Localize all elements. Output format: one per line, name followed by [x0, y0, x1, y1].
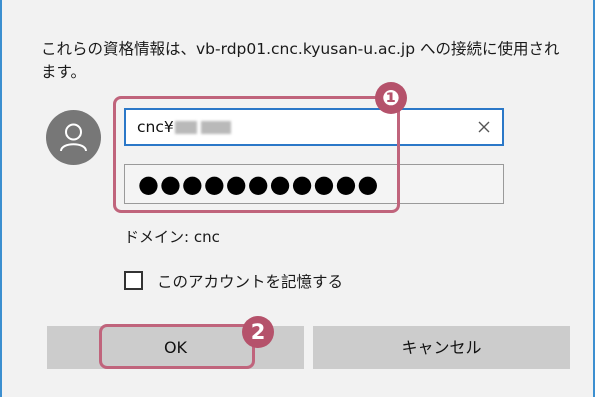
- remember-account-label[interactable]: このアカウントを記憶する: [157, 270, 343, 292]
- password-field[interactable]: ●●●●●●●●●●●: [124, 164, 504, 204]
- username-value: cnc¥: [137, 118, 231, 136]
- dialog-message: これらの資格情報は、vb-rdp01.cnc.kyusan-u.ac.jp への…: [41, 40, 560, 81]
- password-value: ●●●●●●●●●●●: [138, 170, 380, 198]
- credential-dialog: これらの資格情報は、vb-rdp01.cnc.kyusan-u.ac.jp への…: [0, 0, 595, 397]
- close-icon[interactable]: [474, 117, 494, 137]
- cancel-button[interactable]: キャンセル: [313, 326, 570, 369]
- domain-label: ドメイン: cnc: [124, 228, 220, 246]
- redacted-username: [174, 121, 197, 134]
- step-badge-2: 2: [242, 316, 274, 348]
- username-field[interactable]: cnc¥: [124, 108, 504, 146]
- redacted-username: [200, 121, 231, 134]
- step-badge-1: ❶: [375, 82, 407, 114]
- user-icon: [60, 123, 87, 152]
- remember-account-checkbox[interactable]: [124, 271, 143, 290]
- user-avatar: [46, 110, 101, 165]
